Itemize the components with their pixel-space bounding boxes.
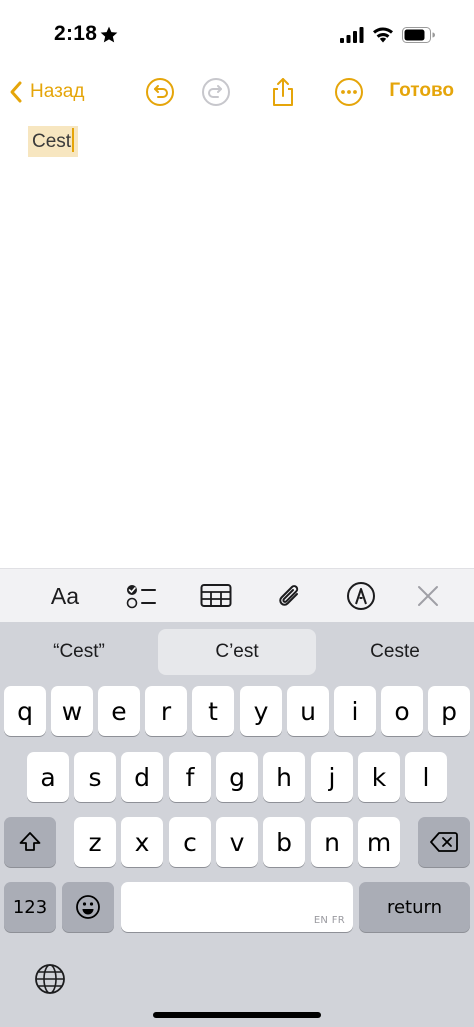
battery-icon: [402, 27, 435, 43]
return-key[interactable]: return: [359, 882, 470, 932]
checklist-icon: [126, 585, 156, 609]
text-caret: [72, 128, 75, 152]
key-w[interactable]: w: [51, 686, 93, 736]
shift-icon: [19, 832, 41, 851]
formatting-toolbar: Aa: [0, 568, 474, 622]
share-icon[interactable]: [267, 76, 299, 108]
key-u[interactable]: u: [287, 686, 329, 736]
undo-icon[interactable]: [144, 76, 176, 108]
keyboard: “Cest” C’est Ceste q w e r t y u i o p a…: [0, 622, 474, 1027]
key-s[interactable]: s: [74, 752, 116, 802]
prediction-3[interactable]: Ceste: [324, 629, 466, 675]
note-text[interactable]: Cest: [28, 126, 79, 157]
status-bar: 2:18: [0, 0, 474, 70]
emoji-icon: [76, 895, 100, 919]
nav-bar: Назад Готово: [0, 70, 474, 116]
key-b[interactable]: b: [263, 817, 305, 867]
key-j[interactable]: j: [311, 752, 353, 802]
key-r[interactable]: r: [145, 686, 187, 736]
chevron-left-icon: [10, 81, 22, 103]
markup-button[interactable]: [344, 581, 378, 611]
note-editor[interactable]: Cest: [0, 116, 474, 568]
key-m[interactable]: m: [358, 817, 400, 867]
wifi-icon: [373, 27, 393, 43]
close-toolbar-button[interactable]: [411, 581, 445, 611]
home-indicator: [153, 1012, 321, 1018]
key-f[interactable]: f: [169, 752, 211, 802]
delete-key[interactable]: [418, 817, 470, 867]
markup-icon: [347, 582, 375, 610]
prediction-1[interactable]: “Cest”: [8, 629, 150, 675]
back-label: Назад: [30, 81, 85, 102]
back-button[interactable]: Назад: [8, 76, 84, 108]
space-language-label: EN FR: [313, 915, 345, 926]
key-a[interactable]: a: [27, 752, 69, 802]
text-format-icon: Aa: [50, 582, 80, 609]
prediction-2[interactable]: C’est: [158, 629, 316, 675]
key-i[interactable]: i: [334, 686, 376, 736]
key-q[interactable]: q: [4, 686, 46, 736]
key-g[interactable]: g: [216, 752, 258, 802]
key-p[interactable]: p: [428, 686, 470, 736]
key-c[interactable]: c: [169, 817, 211, 867]
attachment-icon: [279, 585, 299, 606]
star-icon: [100, 26, 118, 43]
globe-icon[interactable]: [33, 962, 67, 996]
key-o[interactable]: o: [381, 686, 423, 736]
key-l[interactable]: l: [405, 752, 447, 802]
key-v[interactable]: v: [216, 817, 258, 867]
checklist-button[interactable]: [124, 581, 158, 611]
status-time: 2:18: [54, 22, 98, 45]
redo-icon[interactable]: [200, 76, 232, 108]
key-k[interactable]: k: [358, 752, 400, 802]
key-h[interactable]: h: [263, 752, 305, 802]
close-icon: [418, 586, 438, 606]
cellular-signal-icon: [340, 27, 364, 43]
table-button[interactable]: [199, 581, 233, 611]
delete-icon: [430, 832, 458, 852]
space-key[interactable]: EN FR: [121, 882, 353, 932]
key-e[interactable]: e: [98, 686, 140, 736]
more-icon[interactable]: [333, 76, 365, 108]
prediction-bar: “Cest” C’est Ceste: [0, 622, 474, 680]
key-y[interactable]: y: [240, 686, 282, 736]
note-text-content: Cest: [32, 131, 72, 152]
attachment-button[interactable]: [273, 581, 307, 611]
key-n[interactable]: n: [311, 817, 353, 867]
done-button[interactable]: Готово: [389, 80, 454, 102]
numbers-key[interactable]: 123: [4, 882, 56, 932]
key-d[interactable]: d: [121, 752, 163, 802]
key-x[interactable]: x: [121, 817, 163, 867]
key-z[interactable]: z: [74, 817, 116, 867]
shift-key[interactable]: [4, 817, 56, 867]
emoji-key[interactable]: [62, 882, 114, 932]
table-icon: [200, 584, 232, 607]
key-t[interactable]: t: [192, 686, 234, 736]
text-format-button[interactable]: Aa: [48, 581, 82, 611]
